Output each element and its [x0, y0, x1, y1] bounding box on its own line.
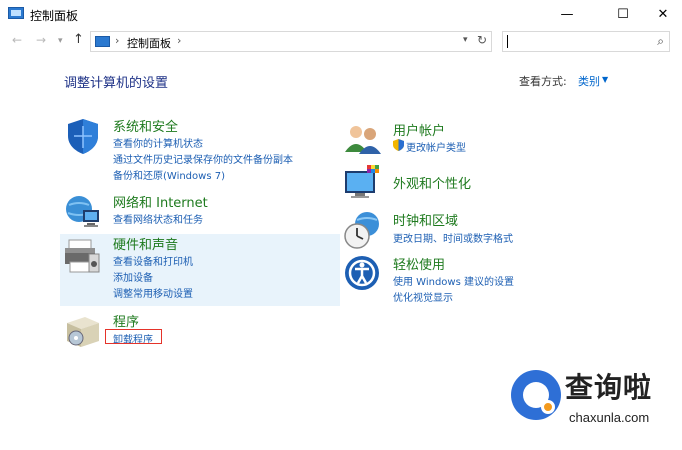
link-change-account-type[interactable]: 更改帐户类型 [406, 139, 466, 154]
title-bar: 控制面板 — ☐ ✕ [0, 0, 682, 28]
link-view-network-status[interactable]: 查看网络状态和任务 [113, 211, 203, 226]
breadcrumb-separator-icon[interactable]: › [115, 34, 119, 47]
category-title[interactable]: 外观和个性化 [393, 173, 471, 192]
address-dropdown-icon[interactable]: ▾ [463, 35, 468, 45]
uac-shield-icon [393, 139, 404, 154]
category-title[interactable]: 系统和安全 [113, 116, 178, 135]
category-title[interactable]: 网络和 Internet [113, 192, 208, 211]
up-arrow-icon[interactable]: ↑ [73, 32, 84, 47]
clock-globe-icon[interactable] [343, 210, 383, 250]
control-panel-icon [8, 7, 24, 19]
annotation-highlight-box [105, 329, 162, 344]
control-panel-icon [95, 36, 110, 47]
link-backup-restore[interactable]: 备份和还原(Windows 7) [113, 167, 225, 182]
text-cursor [507, 35, 508, 48]
view-by-label: 查看方式: [519, 75, 567, 88]
search-input[interactable]: ⌕ [502, 31, 670, 52]
network-globe-icon[interactable] [63, 192, 103, 232]
breadcrumb-control-panel[interactable]: 控制面板 [127, 35, 171, 51]
address-bar[interactable]: › 控制面板 › ▾ ↻ [90, 31, 492, 52]
minimize-button[interactable]: — [544, 0, 590, 28]
chevron-down-icon[interactable]: ▼ [602, 75, 608, 84]
search-icon[interactable]: ⌕ [657, 34, 664, 49]
link-view-computer-status[interactable]: 查看你的计算机状态 [113, 135, 203, 150]
category-title[interactable]: 轻松使用 [393, 254, 445, 273]
link-add-device[interactable]: 添加设备 [113, 269, 153, 284]
watermark-brand: 查询啦 [565, 371, 653, 404]
users-icon[interactable] [343, 120, 383, 160]
view-by-dropdown[interactable]: 类别 [578, 73, 600, 89]
page-title: 调整计算机的设置 [64, 76, 169, 91]
category-title[interactable]: 用户帐户 [393, 120, 445, 139]
printer-icon[interactable] [63, 236, 103, 276]
link-optimize-visual-display[interactable]: 优化视觉显示 [393, 289, 453, 304]
link-recommended-settings[interactable]: 使用 Windows 建议的设置 [393, 273, 514, 288]
category-title[interactable]: 时钟和区域 [393, 210, 458, 229]
category-title[interactable]: 程序 [113, 311, 139, 330]
monitor-palette-icon[interactable] [343, 163, 383, 203]
link-change-date-time-format[interactable]: 更改日期、时间或数字格式 [393, 230, 513, 245]
back-arrow-icon[interactable]: ← [12, 33, 22, 47]
category-title[interactable]: 硬件和声音 [113, 234, 178, 253]
programs-box-icon[interactable] [63, 311, 103, 351]
navigation-bar: ← → ▾ ↑ › 控制面板 › ▾ ↻ ⌕ [0, 28, 682, 54]
forward-arrow-icon[interactable]: → [36, 33, 46, 47]
search-logo-icon [511, 370, 561, 420]
shield-icon[interactable] [63, 116, 103, 156]
close-button[interactable]: ✕ [640, 0, 682, 28]
link-devices-printers[interactable]: 查看设备和打印机 [113, 253, 193, 268]
logo-dot [541, 400, 555, 414]
watermark: 查询啦 chaxunla.com [505, 364, 675, 434]
breadcrumb-separator-icon[interactable]: › [177, 34, 181, 47]
watermark-url: chaxunla.com [569, 410, 650, 425]
window-title: 控制面板 [30, 9, 79, 23]
link-mobility-settings[interactable]: 调整常用移动设置 [113, 285, 193, 300]
link-file-history-backup[interactable]: 通过文件历史记录保存你的文件备份副本 [113, 151, 293, 166]
refresh-icon[interactable]: ↻ [477, 33, 487, 47]
accessibility-icon[interactable] [343, 254, 383, 294]
recent-locations-dropdown-icon[interactable]: ▾ [58, 36, 63, 46]
